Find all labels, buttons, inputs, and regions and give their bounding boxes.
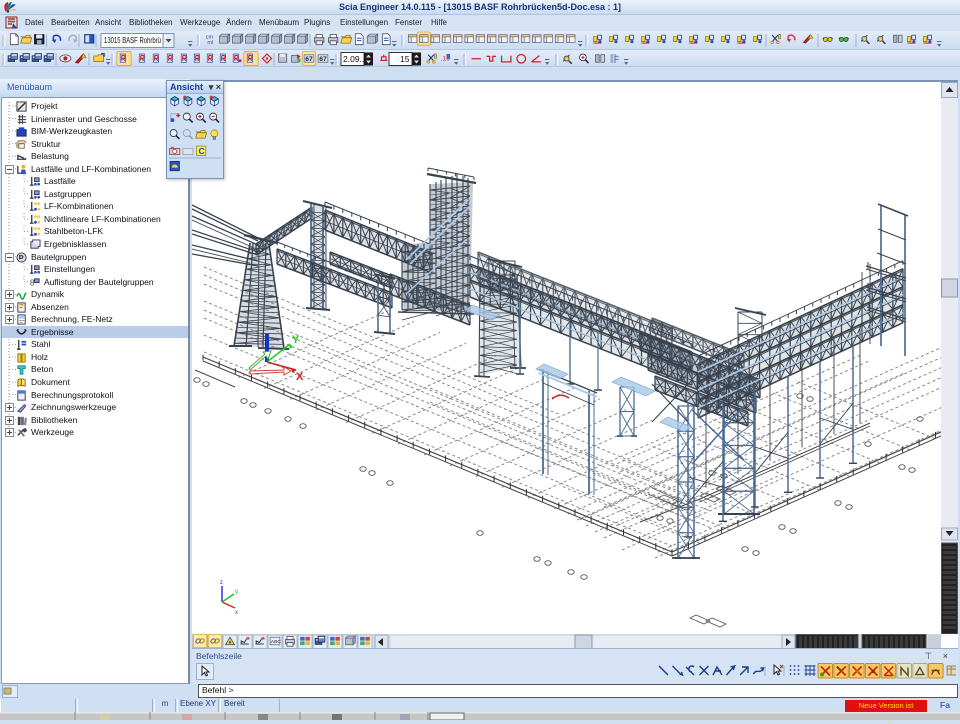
svg-text:2.09...: 2.09... bbox=[343, 54, 367, 64]
svg-text:y: y bbox=[235, 589, 238, 595]
svg-text:Y: Y bbox=[292, 334, 300, 346]
svg-text:z: z bbox=[220, 580, 223, 586]
svg-text:mI: mI bbox=[207, 40, 214, 46]
svg-text:x: x bbox=[235, 610, 238, 616]
svg-text:67: 67 bbox=[319, 56, 327, 63]
svg-text:13015 BASF Rohrbrü: 13015 BASF Rohrbrü bbox=[104, 36, 161, 45]
svg-text:67: 67 bbox=[305, 56, 313, 63]
svg-text:15: 15 bbox=[400, 54, 410, 64]
svg-text:ABC: ABC bbox=[271, 639, 281, 645]
svg-text:X: X bbox=[296, 371, 304, 383]
svg-text:C: C bbox=[198, 146, 204, 156]
